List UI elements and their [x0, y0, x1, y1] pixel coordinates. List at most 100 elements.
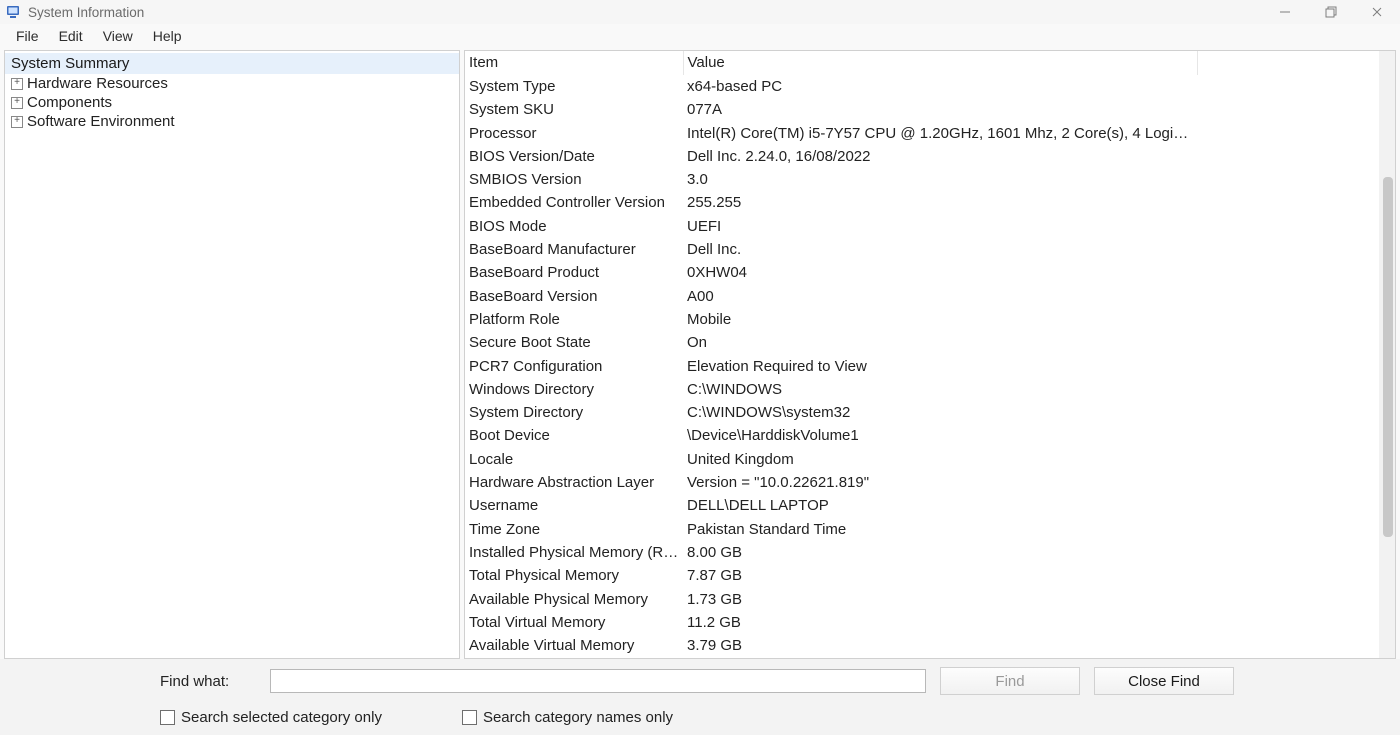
item-cell: Windows Directory: [465, 378, 683, 401]
table-row[interactable]: Total Physical Memory7.87 GB: [465, 564, 1395, 587]
menu-file[interactable]: File: [6, 26, 49, 46]
titlebar: System Information: [0, 0, 1400, 24]
item-cell: System Directory: [465, 401, 683, 424]
table-row[interactable]: System DirectoryC:\WINDOWS\system32: [465, 401, 1395, 424]
maximize-button[interactable]: [1308, 0, 1354, 24]
item-cell: System SKU: [465, 98, 683, 121]
table-row[interactable]: BaseBoard Product0XHW04: [465, 261, 1395, 284]
tree-item-label: Components: [27, 94, 112, 111]
item-cell: BIOS Mode: [465, 215, 683, 238]
table-row[interactable]: System Typex64-based PC: [465, 75, 1395, 98]
table-row[interactable]: Boot Device\Device\HarddiskVolume1: [465, 424, 1395, 447]
value-cell: United Kingdom: [683, 448, 1197, 471]
checkbox-icon[interactable]: [160, 710, 175, 725]
table-row[interactable]: System SKU077A: [465, 98, 1395, 121]
value-cell: C:\WINDOWS: [683, 378, 1197, 401]
search-selected-category-only[interactable]: Search selected category only: [160, 709, 382, 726]
value-cell: C:\WINDOWS\system32: [683, 401, 1197, 424]
find-button[interactable]: Find: [940, 667, 1080, 695]
table-row[interactable]: PCR7 ConfigurationElevation Required to …: [465, 355, 1395, 378]
value-cell: UEFI: [683, 215, 1197, 238]
value-cell: 3.79 GB: [683, 634, 1197, 657]
value-cell: Elevation Required to View: [683, 355, 1197, 378]
item-cell: Available Physical Memory: [465, 588, 683, 611]
item-cell: Hardware Abstraction Layer: [465, 471, 683, 494]
value-cell: Dell Inc. 2.24.0, 16/08/2022: [683, 145, 1197, 168]
table-row[interactable]: BIOS ModeUEFI: [465, 215, 1395, 238]
item-cell: Platform Role: [465, 308, 683, 331]
close-find-button[interactable]: Close Find: [1094, 667, 1234, 695]
item-cell: BaseBoard Product: [465, 261, 683, 284]
tree-item-label: Hardware Resources: [27, 75, 168, 92]
item-cell: System Type: [465, 75, 683, 98]
vertical-scrollbar[interactable]: [1379, 51, 1395, 658]
details-table: Item Value System Typex64-based PCSystem…: [465, 51, 1395, 657]
table-row[interactable]: SMBIOS Version3.0: [465, 168, 1395, 191]
table-row[interactable]: Embedded Controller Version255.255: [465, 191, 1395, 214]
table-row[interactable]: BIOS Version/DateDell Inc. 2.24.0, 16/08…: [465, 145, 1395, 168]
search-category-names-only[interactable]: Search category names only: [462, 709, 673, 726]
find-bar: Find what: Find Close Find Search select…: [0, 659, 1400, 735]
value-cell: Version = "10.0.22621.819": [683, 471, 1197, 494]
value-cell: 0XHW04: [683, 261, 1197, 284]
menu-edit[interactable]: Edit: [49, 26, 93, 46]
table-row[interactable]: Total Virtual Memory11.2 GB: [465, 611, 1395, 634]
value-cell: A00: [683, 285, 1197, 308]
tree-item[interactable]: Components: [5, 93, 459, 112]
column-header-blank[interactable]: [1197, 51, 1395, 75]
content-area: System Summary Hardware Resources Compone…: [0, 48, 1400, 659]
table-row[interactable]: BaseBoard VersionA00: [465, 285, 1395, 308]
table-row[interactable]: Available Physical Memory1.73 GB: [465, 588, 1395, 611]
value-cell: DELL\DELL LAPTOP: [683, 494, 1197, 517]
table-row[interactable]: Time ZonePakistan Standard Time: [465, 518, 1395, 541]
category-tree[interactable]: System Summary Hardware Resources Compone…: [4, 50, 460, 659]
expand-icon[interactable]: [11, 78, 23, 90]
menu-view[interactable]: View: [93, 26, 143, 46]
details-pane: Item Value System Typex64-based PCSystem…: [464, 50, 1396, 659]
tree-root-system-summary[interactable]: System Summary: [5, 53, 459, 74]
item-cell: Available Virtual Memory: [465, 634, 683, 657]
expand-icon[interactable]: [11, 116, 23, 128]
item-cell: BaseBoard Manufacturer: [465, 238, 683, 261]
expand-icon[interactable]: [11, 97, 23, 109]
table-row[interactable]: UsernameDELL\DELL LAPTOP: [465, 494, 1395, 517]
item-cell: Username: [465, 494, 683, 517]
item-cell: BIOS Version/Date: [465, 145, 683, 168]
app-icon: [6, 4, 22, 20]
item-cell: Processor: [465, 122, 683, 145]
item-cell: SMBIOS Version: [465, 168, 683, 191]
table-row[interactable]: Platform RoleMobile: [465, 308, 1395, 331]
value-cell: Mobile: [683, 308, 1197, 331]
tree-item[interactable]: Software Environment: [5, 112, 459, 131]
table-row[interactable]: Available Virtual Memory3.79 GB: [465, 634, 1395, 657]
item-cell: Time Zone: [465, 518, 683, 541]
table-row[interactable]: BaseBoard ManufacturerDell Inc.: [465, 238, 1395, 261]
details-header-row[interactable]: Item Value: [465, 51, 1395, 75]
scrollbar-thumb[interactable]: [1383, 177, 1393, 537]
value-cell: 077A: [683, 98, 1197, 121]
item-cell: BaseBoard Version: [465, 285, 683, 308]
value-cell: x64-based PC: [683, 75, 1197, 98]
value-cell: \Device\HarddiskVolume1: [683, 424, 1197, 447]
value-cell: 7.87 GB: [683, 564, 1197, 587]
checkbox-icon[interactable]: [462, 710, 477, 725]
table-row[interactable]: Windows DirectoryC:\WINDOWS: [465, 378, 1395, 401]
tree-item[interactable]: Hardware Resources: [5, 74, 459, 93]
value-cell: Pakistan Standard Time: [683, 518, 1197, 541]
menu-help[interactable]: Help: [143, 26, 192, 46]
column-header-value[interactable]: Value: [683, 51, 1197, 75]
table-row[interactable]: Hardware Abstraction LayerVersion = "10.…: [465, 471, 1395, 494]
table-row[interactable]: Installed Physical Memory (RAM)8.00 GB: [465, 541, 1395, 564]
tree-item-label: Software Environment: [27, 113, 175, 130]
table-row[interactable]: Secure Boot StateOn: [465, 331, 1395, 354]
find-label: Find what:: [160, 673, 256, 690]
minimize-button[interactable]: [1262, 0, 1308, 24]
table-row[interactable]: ProcessorIntel(R) Core(TM) i5-7Y57 CPU @…: [465, 122, 1395, 145]
value-cell: Dell Inc.: [683, 238, 1197, 261]
find-input[interactable]: [270, 669, 926, 693]
column-header-item[interactable]: Item: [465, 51, 683, 75]
close-button[interactable]: [1354, 0, 1400, 24]
checkbox-label: Search category names only: [483, 709, 673, 726]
table-row[interactable]: LocaleUnited Kingdom: [465, 448, 1395, 471]
item-cell: Total Virtual Memory: [465, 611, 683, 634]
